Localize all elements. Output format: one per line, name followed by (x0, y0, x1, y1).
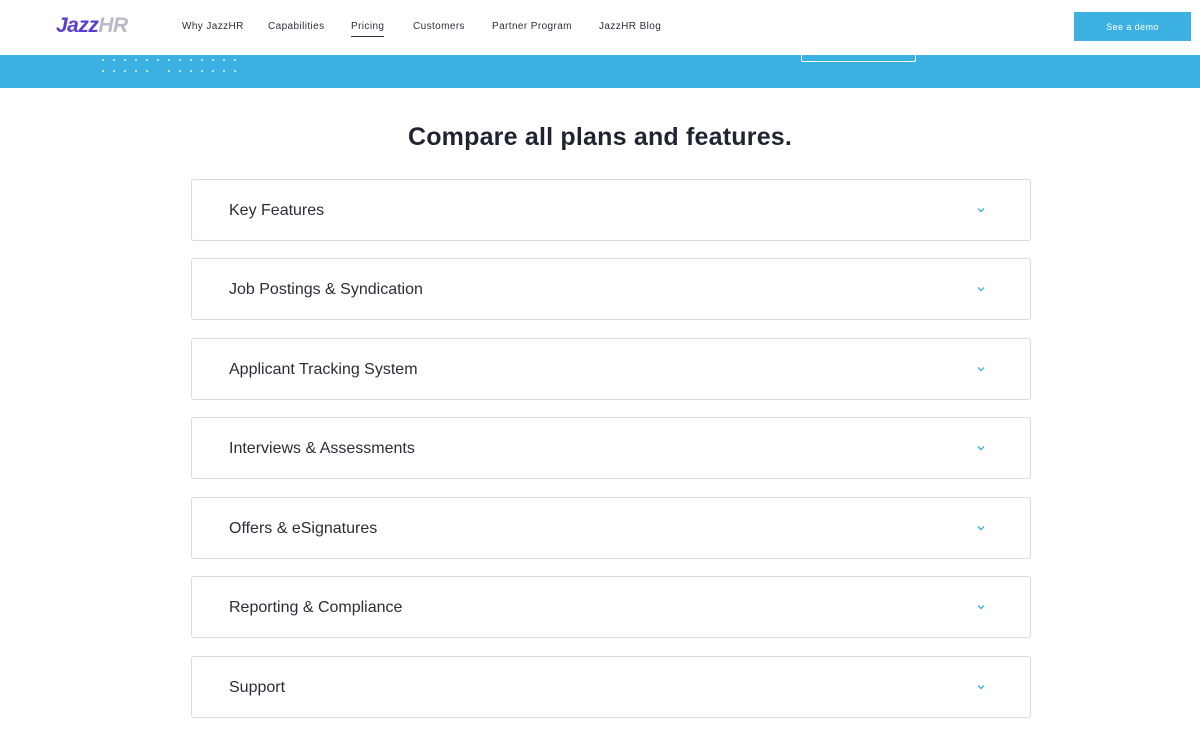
chevron-down-icon (977, 208, 985, 213)
decorative-dot (124, 59, 126, 61)
logo-part-jazz: Jazz (56, 14, 99, 37)
decorative-dot (234, 70, 236, 72)
logo-part-hr: HR (98, 14, 128, 37)
chevron-down-icon (977, 526, 985, 531)
nav-item-pricing[interactable]: Pricing (351, 20, 385, 37)
decorative-dot (168, 70, 170, 72)
accordion-label: Support (229, 679, 286, 696)
decorative-dot (113, 70, 115, 72)
hero-band (0, 51, 1200, 88)
decorative-dot (223, 70, 225, 72)
decorative-dot (168, 59, 170, 61)
jazzhr-logo[interactable]: JazzHR (56, 14, 128, 38)
accordion-label: Key Features (229, 202, 325, 219)
decorative-dot (179, 59, 181, 61)
accordion-label: Interviews & Assessments (229, 440, 415, 457)
decorative-dot (146, 59, 148, 61)
decorative-dot (179, 70, 181, 72)
decorative-dot (212, 70, 214, 72)
nav-item-why-jazzhr[interactable]: Why JazzHR (182, 20, 244, 34)
accordion-item-applicant-tracking[interactable]: Applicant Tracking System (191, 338, 1031, 400)
accordion-label: Job Postings & Syndication (229, 281, 423, 298)
decorative-dot (102, 70, 104, 72)
accordion-item-interviews[interactable]: Interviews & Assessments (191, 417, 1031, 479)
decorative-dot (157, 59, 159, 61)
chevron-down-icon (977, 367, 985, 372)
decorative-dot (190, 70, 192, 72)
decorative-dot (201, 70, 203, 72)
nav-item-jazzhr-blog[interactable]: JazzHR Blog (599, 20, 661, 34)
decorative-dot-pattern (100, 59, 250, 75)
accordion-item-key-features[interactable]: Key Features (191, 179, 1031, 241)
nav-item-capabilities[interactable]: Capabilities (268, 20, 325, 34)
chevron-down-icon (977, 605, 985, 610)
decorative-dot (223, 59, 225, 61)
decorative-dot (234, 59, 236, 61)
decorative-dot (135, 59, 137, 61)
decorative-dot (146, 70, 148, 72)
decorative-dot (212, 59, 214, 61)
chevron-down-icon (977, 446, 985, 451)
decorative-dot (135, 70, 137, 72)
accordion-label: Applicant Tracking System (229, 361, 418, 378)
accordion-label: Offers & eSignatures (229, 520, 378, 537)
accordion-item-reporting[interactable]: Reporting & Compliance (191, 576, 1031, 638)
accordion-item-job-postings[interactable]: Job Postings & Syndication (191, 258, 1031, 320)
decorative-dot (102, 59, 104, 61)
site-header: JazzHR Why JazzHR Capabilities Pricing C… (0, 0, 1200, 55)
compare-title: Compare all plans and features. (407, 123, 793, 151)
chevron-down-icon (977, 287, 985, 292)
nav-item-partner-program[interactable]: Partner Program (492, 20, 572, 34)
nav-item-customers[interactable]: Customers (413, 20, 465, 34)
decorative-dot (190, 59, 192, 61)
see-demo-button[interactable]: See a demo (1074, 12, 1191, 41)
decorative-dot (124, 70, 126, 72)
decorative-dot (113, 59, 115, 61)
chevron-down-icon (977, 685, 985, 690)
decorative-dot (201, 59, 203, 61)
accordion-item-offers[interactable]: Offers & eSignatures (191, 497, 1031, 559)
accordion-item-support[interactable]: Support (191, 656, 1031, 718)
accordion-label: Reporting & Compliance (229, 599, 403, 616)
